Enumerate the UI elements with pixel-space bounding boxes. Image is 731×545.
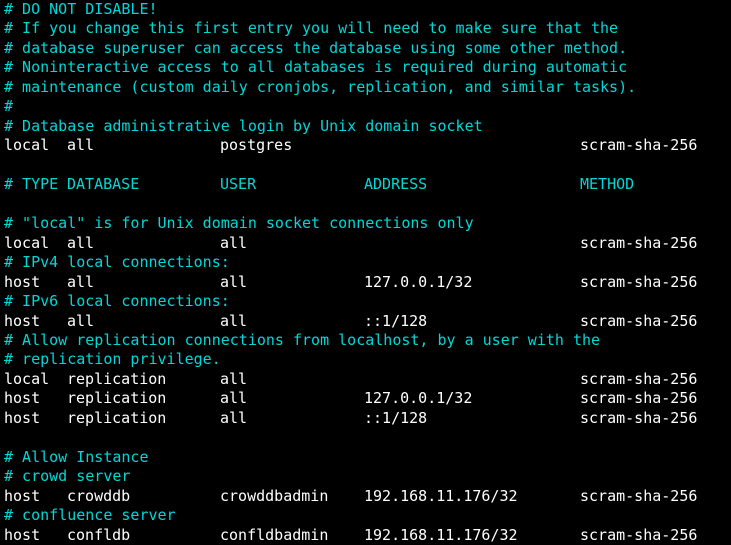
entry-method: scram-sha-256: [580, 389, 698, 408]
entry-database: replication: [67, 369, 167, 388]
hba-entry-row: local all postgres scram-sha-256: [0, 136, 731, 155]
terminal-screen[interactable]: # DO NOT DISABLE! # If you change this fi…: [0, 0, 731, 544]
entry-database: all: [67, 233, 95, 252]
entry-user: all: [220, 389, 248, 408]
comment-line: # IPv6 local connections:: [4, 292, 230, 311]
entry-method: scram-sha-256: [580, 369, 698, 388]
header-address: ADDRESS: [364, 175, 428, 194]
hba-entry-row: host all all::1/128 scram-sha-256: [0, 312, 731, 331]
comment-line: # confluence server: [4, 506, 176, 525]
entry-method: scram-sha-256: [580, 408, 698, 427]
entry-type: local: [4, 233, 50, 252]
entry-user: all: [220, 272, 248, 291]
entry-user: postgres: [220, 136, 293, 155]
comment-line: # "local" is for Unix domain socket conn…: [4, 214, 474, 233]
entry-user: all: [220, 311, 248, 330]
entry-address: ::1/128: [364, 311, 428, 330]
hba-entry-row: host replication all::1/128 scram-sha-256: [0, 409, 731, 428]
entry-method: scram-sha-256: [580, 272, 698, 291]
entry-database: all: [67, 136, 95, 155]
entry-method: scram-sha-256: [580, 525, 698, 544]
header-database: DATABASE: [67, 175, 140, 194]
entry-address: 127.0.0.1/32: [364, 272, 473, 291]
entry-method: scram-sha-256: [580, 486, 698, 505]
entry-database: crowddb: [67, 486, 131, 505]
comment-line: # IPv4 local connections:: [4, 253, 230, 272]
entry-type: host: [4, 311, 41, 330]
entry-method: scram-sha-256: [580, 233, 698, 252]
hba-entry-row: local replication all scram-sha-256: [0, 370, 731, 389]
config-file-content: # DO NOT DISABLE! # If you change this fi…: [0, 0, 731, 545]
entry-type: local: [4, 136, 50, 155]
entry-user: confldbadmin: [220, 525, 329, 544]
entry-method: scram-sha-256: [580, 136, 698, 155]
comment-line: # DO NOT DISABLE!: [4, 0, 158, 18]
entry-type: host: [4, 525, 41, 544]
entry-type: host: [4, 272, 41, 291]
comment-line: # replication privilege.: [4, 350, 221, 369]
entry-method: scram-sha-256: [580, 311, 698, 330]
entry-type: host: [4, 486, 41, 505]
entry-user: all: [220, 233, 248, 252]
comment-line: # Allow replication connections from loc…: [4, 330, 601, 349]
entry-database: all: [67, 311, 95, 330]
comment-line: # Database administrative login by Unix …: [4, 116, 483, 135]
entry-address: ::1/128: [364, 408, 428, 427]
header-type: # TYPE: [4, 175, 59, 194]
entry-database: replication: [67, 389, 167, 408]
entry-type: host: [4, 389, 41, 408]
hba-entry-row: host all all 127.0.0.1/32 scram-sha-256: [0, 273, 731, 292]
entry-address: 192.168.11.176/32: [364, 525, 518, 544]
entry-database: all: [67, 272, 95, 291]
header-user: USER: [220, 175, 257, 194]
comment-line: # maintenance (custom daily cronjobs, re…: [4, 77, 637, 96]
hba-entry-row: local all all scram-sha-256: [0, 234, 731, 253]
entry-type: host: [4, 408, 41, 427]
comment-line: # database superuser can access the data…: [4, 38, 628, 57]
entry-address: 127.0.0.1/32: [364, 389, 473, 408]
entry-user: crowddbadmin: [220, 486, 329, 505]
comment-line: #: [4, 97, 14, 116]
entry-user: all: [220, 369, 248, 388]
entry-address: 192.168.11.176/32: [364, 486, 518, 505]
entry-database: replication: [67, 408, 167, 427]
comment-line: # If you change this first entry you wil…: [4, 19, 619, 38]
entry-user: all: [220, 408, 248, 427]
comment-line: # Noninteractive access to all databases…: [4, 58, 628, 77]
hba-entry-row: host confldb confldbadmin 192.168.11.176/32…: [0, 526, 731, 545]
entry-type: local: [4, 369, 50, 388]
header-method: METHOD: [580, 175, 635, 194]
comment-line: # Allow Instance: [4, 447, 149, 466]
hba-entry-row: host crowddb crowddbadmin 192.168.11.176/32…: [0, 487, 731, 506]
comment-line: # crowd server: [4, 467, 131, 486]
entry-database: confldb: [67, 525, 131, 544]
column-header-row: # TYPE DATABASE USER ADDRESS METHOD: [0, 175, 731, 194]
hba-entry-row: host replication all 127.0.0.1/32 scram-sha-…: [0, 389, 731, 408]
